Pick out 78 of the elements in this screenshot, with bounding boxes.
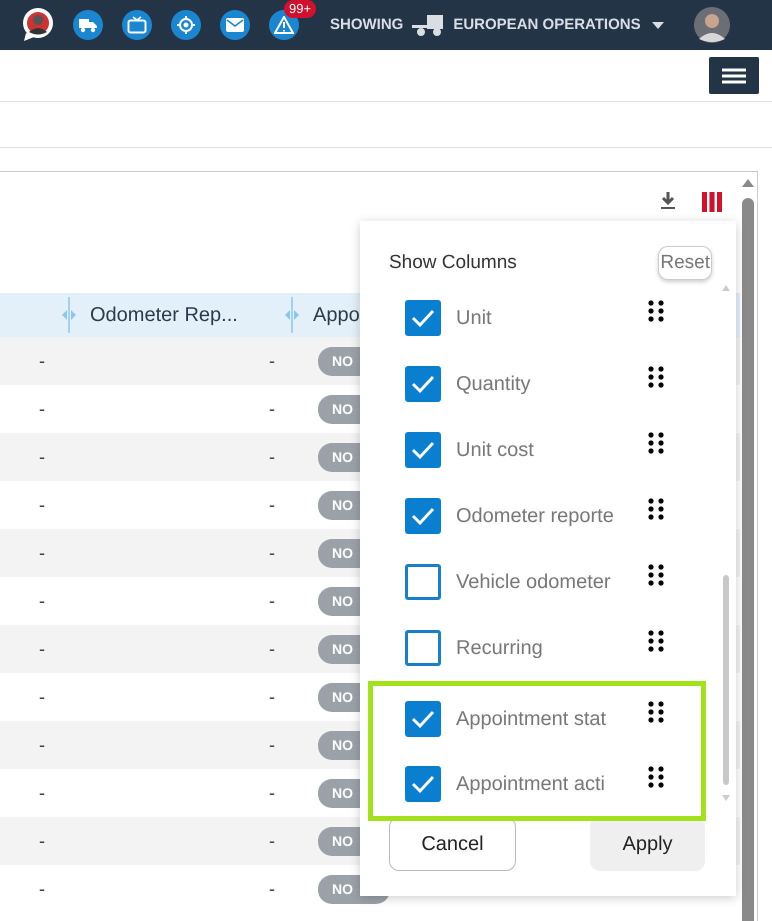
popup-title: Show Columns: [389, 250, 517, 275]
checkbox[interactable]: [405, 630, 441, 666]
drag-handle-icon[interactable]: [648, 366, 664, 388]
table-cell: -: [269, 446, 275, 466]
drag-handle-icon[interactable]: [648, 564, 664, 586]
check-icon: [411, 440, 435, 460]
table-cell: -: [39, 350, 45, 370]
column-resize-handle[interactable]: [62, 297, 76, 333]
drag-handle-icon[interactable]: [648, 700, 664, 722]
checkbox[interactable]: [405, 300, 441, 336]
column-label: Unit: [456, 306, 493, 331]
scrollbar-thumb[interactable]: [742, 198, 754, 921]
table-cell: -: [39, 638, 45, 658]
table-cell: -: [269, 830, 275, 850]
notification-badge: 99+: [284, 0, 316, 18]
download-icon[interactable]: [660, 192, 676, 210]
checkbox[interactable]: [405, 432, 441, 468]
menu-icon[interactable]: [722, 68, 746, 84]
table-cell: -: [39, 782, 45, 802]
column-label: Appointment stat: [456, 706, 608, 732]
checkbox[interactable]: [405, 700, 441, 736]
tv-icon[interactable]: [122, 10, 152, 40]
drag-handle-icon[interactable]: [648, 498, 664, 520]
check-icon: [411, 374, 435, 394]
column-header[interactable]: Appo: [313, 300, 360, 330]
table-cell: -: [39, 878, 45, 898]
column-label: Appointment acti: [456, 772, 606, 796]
drag-handle-icon[interactable]: [648, 766, 664, 788]
target-icon[interactable]: [171, 10, 201, 40]
drag-handle-icon[interactable]: [648, 432, 664, 454]
table-cell: -: [269, 398, 275, 418]
column-label: Recurring: [456, 636, 544, 661]
table-cell: -: [269, 590, 275, 610]
check-icon: [411, 774, 435, 794]
drag-handle-icon[interactable]: [648, 300, 664, 322]
table-cell: -: [39, 686, 45, 706]
checkbox[interactable]: [405, 498, 441, 534]
trailer-icon: [411, 13, 446, 37]
chat-avatar-icon[interactable]: [22, 7, 54, 43]
table-cell: -: [39, 398, 45, 418]
check-icon: [411, 708, 435, 728]
column-label: Odometer reporte: [456, 504, 615, 529]
column-label: Vehicle odometer: [456, 570, 612, 595]
table-cell: -: [39, 542, 45, 562]
checkbox[interactable]: [405, 564, 441, 600]
fleet-selector[interactable]: EUROPEAN OPERATIONS: [453, 14, 641, 36]
reset-button[interactable]: Reset: [658, 246, 712, 280]
checkbox[interactable]: [405, 366, 441, 402]
table-cell: -: [39, 734, 45, 754]
table-cell: -: [269, 878, 275, 898]
table-cell: -: [39, 590, 45, 610]
check-icon: [411, 506, 435, 526]
column-label: Quantity: [456, 372, 532, 397]
column-label: Unit cost: [456, 438, 535, 463]
user-avatar[interactable]: [694, 7, 730, 43]
scrollbar-thumb[interactable]: [723, 575, 729, 785]
table-cell: -: [269, 494, 275, 514]
table-cell: -: [39, 494, 45, 514]
mail-icon[interactable]: [220, 10, 250, 40]
table-cell: -: [269, 782, 275, 802]
table-cell: -: [269, 350, 275, 370]
drag-handle-icon[interactable]: [648, 630, 664, 652]
table-cell: -: [269, 638, 275, 658]
column-resize-handle[interactable]: [285, 297, 299, 333]
column-header[interactable]: Odometer Rep...: [90, 300, 238, 330]
scroll-up-icon[interactable]: [741, 178, 755, 188]
table-cell: -: [269, 734, 275, 754]
table-cell: -: [269, 686, 275, 706]
table-cell: -: [39, 830, 45, 850]
table-cell: -: [269, 542, 275, 562]
menu-button[interactable]: [709, 57, 759, 94]
table-cell: -: [39, 446, 45, 466]
check-icon: [411, 308, 435, 328]
checkbox[interactable]: [405, 766, 441, 802]
columns-icon[interactable]: [702, 192, 722, 212]
showing-label: SHOWING: [330, 14, 404, 35]
caret-icon[interactable]: [652, 22, 664, 28]
truck-list-icon[interactable]: [73, 10, 103, 40]
